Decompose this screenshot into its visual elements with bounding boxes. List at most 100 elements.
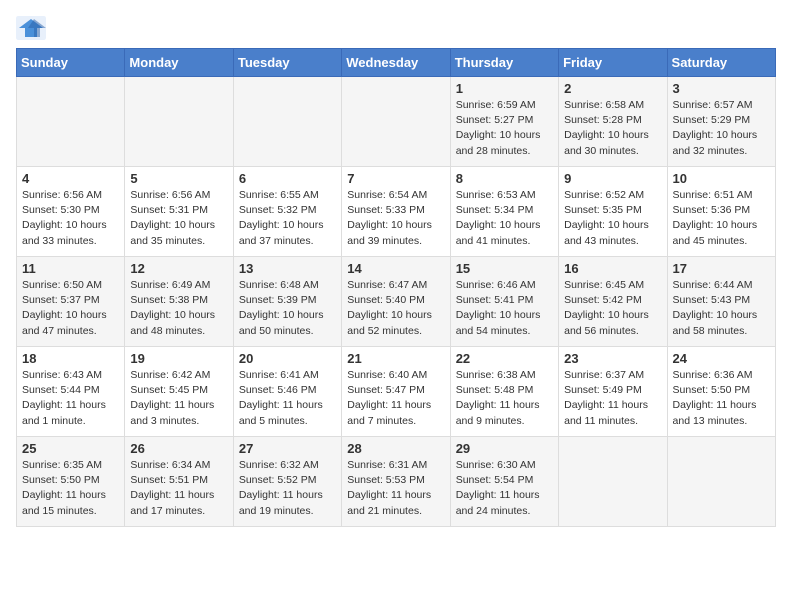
weekday-header: Tuesday xyxy=(233,49,341,77)
day-info: Sunrise: 6:56 AM Sunset: 5:31 PM Dayligh… xyxy=(130,188,227,249)
calendar-cell: 20Sunrise: 6:41 AM Sunset: 5:46 PM Dayli… xyxy=(233,347,341,437)
day-number: 26 xyxy=(130,441,227,456)
day-number: 17 xyxy=(673,261,770,276)
calendar-cell: 2 Sunrise: 6:58 AM Sunset: 5:28 PM Daylig… xyxy=(559,77,667,167)
day-info: Sunrise: 6:34 AM Sunset: 5:51 PM Dayligh… xyxy=(130,458,227,519)
calendar-cell: 14 Sunrise: 6:47 AM Sunset: 5:40 PM Dayli… xyxy=(342,257,450,347)
day-number: 2 xyxy=(564,81,661,96)
calendar-cell: 13 Sunrise: 6:48 AM Sunset: 5:39 PM Dayli… xyxy=(233,257,341,347)
day-info: Sunrise: 6:54 AM Sunset: 5:33 PM Dayligh… xyxy=(347,188,444,249)
calendar-cell: 28 Sunrise: 6:31 AM Sunset: 5:53 PM Dayli… xyxy=(342,437,450,527)
day-info: Sunrise: 6:37 AM Sunset: 5:49 PM Dayligh… xyxy=(564,368,661,429)
day-info: Sunrise: 6:32 AM Sunset: 5:52 PM Dayligh… xyxy=(239,458,336,519)
day-number: 4 xyxy=(22,171,119,186)
day-info: Sunrise: 6:30 AM Sunset: 5:54 PM Dayligh… xyxy=(456,458,553,519)
day-info: Sunrise: 6:46 AM Sunset: 5:41 PM Dayligh… xyxy=(456,278,553,339)
calendar-cell xyxy=(667,437,775,527)
calendar-table: SundayMondayTuesdayWednesdayThursdayFrid… xyxy=(16,48,776,527)
calendar-cell: 3 Sunrise: 6:57 AM Sunset: 5:29 PM Daylig… xyxy=(667,77,775,167)
day-info: Sunrise: 6:51 AM Sunset: 5:36 PM Dayligh… xyxy=(673,188,770,249)
calendar-cell: 26 Sunrise: 6:34 AM Sunset: 5:51 PM Dayli… xyxy=(125,437,233,527)
day-number: 22 xyxy=(456,351,553,366)
calendar-week-row: 11 Sunrise: 6:50 AM Sunset: 5:37 PM Dayli… xyxy=(17,257,776,347)
day-info: Sunrise: 6:38 AM Sunset: 5:48 PM Dayligh… xyxy=(456,368,553,429)
calendar-cell: 17 Sunrise: 6:44 AM Sunset: 5:43 PM Dayli… xyxy=(667,257,775,347)
calendar-cell: 4 Sunrise: 6:56 AM Sunset: 5:30 PM Daylig… xyxy=(17,167,125,257)
calendar-cell xyxy=(233,77,341,167)
day-number: 6 xyxy=(239,171,336,186)
day-info: Sunrise: 6:52 AM Sunset: 5:35 PM Dayligh… xyxy=(564,188,661,249)
logo-icon xyxy=(16,16,46,40)
day-number: 5 xyxy=(130,171,227,186)
day-info: Sunrise: 6:57 AM Sunset: 5:29 PM Dayligh… xyxy=(673,98,770,159)
weekday-header: Thursday xyxy=(450,49,558,77)
day-info: Sunrise: 6:58 AM Sunset: 5:28 PM Dayligh… xyxy=(564,98,661,159)
logo xyxy=(16,16,50,40)
day-number: 8 xyxy=(456,171,553,186)
calendar-cell: 29Sunrise: 6:30 AM Sunset: 5:54 PM Dayli… xyxy=(450,437,558,527)
day-info: Sunrise: 6:56 AM Sunset: 5:30 PM Dayligh… xyxy=(22,188,119,249)
calendar-cell: 9 Sunrise: 6:52 AM Sunset: 5:35 PM Daylig… xyxy=(559,167,667,257)
calendar-cell xyxy=(125,77,233,167)
calendar-cell: 18 Sunrise: 6:43 AM Sunset: 5:44 PM Dayli… xyxy=(17,347,125,437)
calendar-cell xyxy=(17,77,125,167)
calendar-cell: 19 Sunrise: 6:42 AM Sunset: 5:45 PM Dayli… xyxy=(125,347,233,437)
day-number: 12 xyxy=(130,261,227,276)
weekday-header: Saturday xyxy=(667,49,775,77)
calendar-cell xyxy=(342,77,450,167)
day-info: Sunrise: 6:50 AM Sunset: 5:37 PM Dayligh… xyxy=(22,278,119,339)
calendar-cell: 5 Sunrise: 6:56 AM Sunset: 5:31 PM Daylig… xyxy=(125,167,233,257)
calendar-cell: 22 Sunrise: 6:38 AM Sunset: 5:48 PM Dayli… xyxy=(450,347,558,437)
day-info: Sunrise: 6:45 AM Sunset: 5:42 PM Dayligh… xyxy=(564,278,661,339)
day-info: Sunrise: 6:35 AM Sunset: 5:50 PM Dayligh… xyxy=(22,458,119,519)
page-header xyxy=(16,16,776,40)
day-number: 16 xyxy=(564,261,661,276)
day-info: Sunrise: 6:40 AM Sunset: 5:47 PM Dayligh… xyxy=(347,368,444,429)
day-info: Sunrise: 6:43 AM Sunset: 5:44 PM Dayligh… xyxy=(22,368,119,429)
day-number: 25 xyxy=(22,441,119,456)
calendar-cell: 11 Sunrise: 6:50 AM Sunset: 5:37 PM Dayli… xyxy=(17,257,125,347)
day-info: Sunrise: 6:42 AM Sunset: 5:45 PM Dayligh… xyxy=(130,368,227,429)
calendar-cell: 15 Sunrise: 6:46 AM Sunset: 5:41 PM Dayli… xyxy=(450,257,558,347)
day-info: Sunrise: 6:48 AM Sunset: 5:39 PM Dayligh… xyxy=(239,278,336,339)
day-number: 13 xyxy=(239,261,336,276)
day-info: Sunrise: 6:31 AM Sunset: 5:53 PM Dayligh… xyxy=(347,458,444,519)
day-number: 11 xyxy=(22,261,119,276)
day-number: 15 xyxy=(456,261,553,276)
weekday-header: Wednesday xyxy=(342,49,450,77)
calendar-cell: 8 Sunrise: 6:53 AM Sunset: 5:34 PM Daylig… xyxy=(450,167,558,257)
calendar-cell xyxy=(559,437,667,527)
day-number: 23 xyxy=(564,351,661,366)
day-number: 3 xyxy=(673,81,770,96)
calendar-cell: 12 Sunrise: 6:49 AM Sunset: 5:38 PM Dayli… xyxy=(125,257,233,347)
calendar-cell: 16 Sunrise: 6:45 AM Sunset: 5:42 PM Dayli… xyxy=(559,257,667,347)
calendar-cell: 7 Sunrise: 6:54 AM Sunset: 5:33 PM Daylig… xyxy=(342,167,450,257)
day-number: 20 xyxy=(239,351,336,366)
calendar-cell: 10 Sunrise: 6:51 AM Sunset: 5:36 PM Dayli… xyxy=(667,167,775,257)
day-info: Sunrise: 6:47 AM Sunset: 5:40 PM Dayligh… xyxy=(347,278,444,339)
day-number: 10 xyxy=(673,171,770,186)
day-number: 14 xyxy=(347,261,444,276)
day-info: Sunrise: 6:49 AM Sunset: 5:38 PM Dayligh… xyxy=(130,278,227,339)
day-number: 28 xyxy=(347,441,444,456)
calendar-cell: 21 Sunrise: 6:40 AM Sunset: 5:47 PM Dayli… xyxy=(342,347,450,437)
day-info: Sunrise: 6:53 AM Sunset: 5:34 PM Dayligh… xyxy=(456,188,553,249)
weekday-header: Sunday xyxy=(17,49,125,77)
weekday-header: Friday xyxy=(559,49,667,77)
calendar-cell: 24 Sunrise: 6:36 AM Sunset: 5:50 PM Dayli… xyxy=(667,347,775,437)
day-number: 7 xyxy=(347,171,444,186)
day-info: Sunrise: 6:44 AM Sunset: 5:43 PM Dayligh… xyxy=(673,278,770,339)
day-number: 9 xyxy=(564,171,661,186)
weekday-header: Monday xyxy=(125,49,233,77)
calendar-week-row: 1Sunrise: 6:59 AM Sunset: 5:27 PM Daylig… xyxy=(17,77,776,167)
day-number: 24 xyxy=(673,351,770,366)
day-number: 18 xyxy=(22,351,119,366)
calendar-cell: 25 Sunrise: 6:35 AM Sunset: 5:50 PM Dayli… xyxy=(17,437,125,527)
day-info: Sunrise: 6:36 AM Sunset: 5:50 PM Dayligh… xyxy=(673,368,770,429)
day-number: 1 xyxy=(456,81,553,96)
calendar-week-row: 4 Sunrise: 6:56 AM Sunset: 5:30 PM Daylig… xyxy=(17,167,776,257)
calendar-week-row: 25 Sunrise: 6:35 AM Sunset: 5:50 PM Dayli… xyxy=(17,437,776,527)
day-number: 19 xyxy=(130,351,227,366)
day-number: 21 xyxy=(347,351,444,366)
calendar-cell: 27Sunrise: 6:32 AM Sunset: 5:52 PM Dayli… xyxy=(233,437,341,527)
